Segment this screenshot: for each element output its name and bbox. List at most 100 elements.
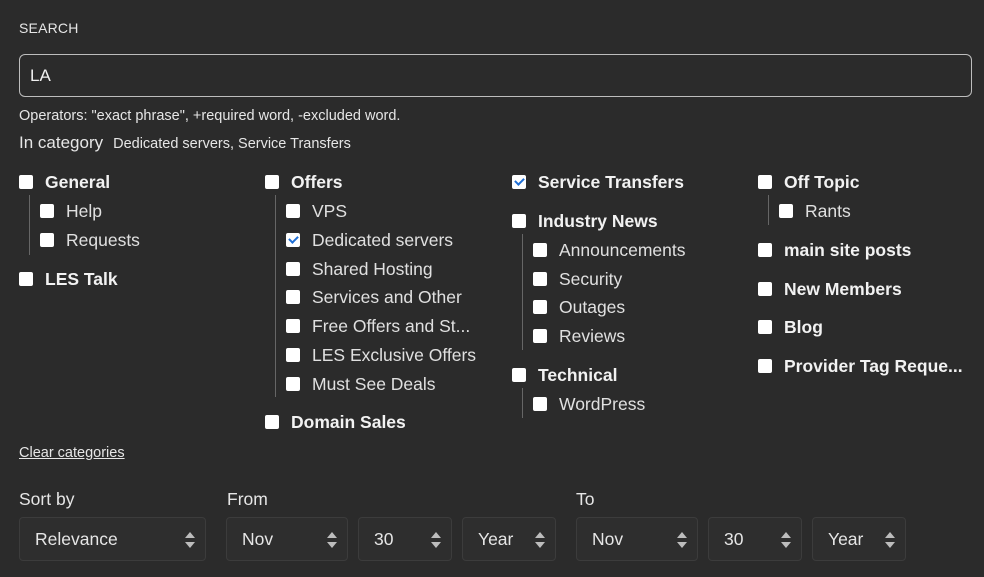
category-general[interactable]: General bbox=[19, 170, 110, 194]
checkbox[interactable] bbox=[758, 243, 772, 257]
select-value: Nov bbox=[242, 528, 274, 549]
category-label: Domain Sales bbox=[291, 411, 406, 432]
category-label: Provider Tag Reque... bbox=[784, 355, 963, 376]
category-label: Industry News bbox=[538, 210, 658, 231]
checkbox[interactable] bbox=[533, 329, 547, 343]
category-label: Rants bbox=[805, 200, 851, 221]
from-year-select[interactable]: Year bbox=[462, 517, 556, 561]
category-free-offers[interactable]: Free Offers and St... bbox=[286, 314, 470, 338]
to-month-select[interactable]: Nov bbox=[576, 517, 698, 561]
search-input-value: LA bbox=[30, 65, 51, 85]
select-arrows-icon bbox=[677, 532, 687, 548]
category-label: WordPress bbox=[559, 393, 646, 414]
category-offers[interactable]: Offers bbox=[265, 170, 343, 194]
category-new-members[interactable]: New Members bbox=[758, 277, 902, 301]
category-vps[interactable]: VPS bbox=[286, 199, 347, 223]
category-shared-hosting[interactable]: Shared Hosting bbox=[286, 257, 433, 281]
category-blog[interactable]: Blog bbox=[758, 315, 823, 339]
checkbox[interactable] bbox=[286, 319, 300, 333]
tree-line bbox=[522, 388, 523, 418]
checkbox[interactable] bbox=[779, 204, 793, 218]
category-technical[interactable]: Technical bbox=[512, 363, 617, 387]
category-rants[interactable]: Rants bbox=[779, 199, 851, 223]
category-label: Dedicated servers bbox=[312, 229, 454, 250]
tree-line bbox=[768, 195, 769, 225]
category-reviews[interactable]: Reviews bbox=[533, 324, 625, 348]
checkbox[interactable] bbox=[286, 290, 300, 304]
category-dedicated-servers[interactable]: Dedicated servers bbox=[286, 228, 453, 252]
checkbox[interactable] bbox=[512, 368, 526, 382]
checkbox[interactable] bbox=[758, 320, 772, 334]
checkbox[interactable] bbox=[533, 272, 547, 286]
sort-by-label: Sort by bbox=[19, 489, 75, 509]
category-label: VPS bbox=[312, 200, 348, 221]
select-value: Relevance bbox=[35, 528, 118, 549]
in-category-selected: Dedicated servers, Service Transfers bbox=[113, 136, 351, 152]
category-label: Technical bbox=[538, 364, 618, 385]
select-arrows-icon bbox=[535, 532, 545, 548]
clear-categories-link[interactable]: Clear categories bbox=[19, 445, 125, 461]
category-requests[interactable]: Requests bbox=[40, 228, 140, 252]
checkbox[interactable] bbox=[19, 272, 33, 286]
tree-line bbox=[29, 195, 30, 255]
checkbox[interactable] bbox=[512, 214, 526, 228]
checkbox[interactable] bbox=[286, 204, 300, 218]
category-label: Reviews bbox=[559, 325, 626, 346]
checkbox[interactable] bbox=[758, 175, 772, 189]
category-label: Service Transfers bbox=[538, 171, 684, 192]
select-value: Year bbox=[478, 528, 514, 549]
category-outages[interactable]: Outages bbox=[533, 295, 625, 319]
category-les-talk[interactable]: LES Talk bbox=[19, 267, 118, 291]
checkbox[interactable] bbox=[40, 204, 54, 218]
to-day-select[interactable]: 30 bbox=[708, 517, 802, 561]
checkbox[interactable] bbox=[533, 300, 547, 314]
checkbox[interactable] bbox=[533, 243, 547, 257]
checkbox[interactable] bbox=[758, 359, 772, 373]
category-domain-sales[interactable]: Domain Sales bbox=[265, 410, 406, 434]
checkbox[interactable] bbox=[286, 348, 300, 362]
category-announcements[interactable]: Announcements bbox=[533, 238, 685, 262]
category-wordpress[interactable]: WordPress bbox=[533, 392, 645, 416]
checkbox[interactable] bbox=[286, 377, 300, 391]
checkbox-checked[interactable] bbox=[286, 233, 300, 247]
category-off-topic[interactable]: Off Topic bbox=[758, 170, 860, 194]
category-main-site-posts[interactable]: main site posts bbox=[758, 238, 911, 262]
checkbox-checked[interactable] bbox=[512, 175, 526, 189]
from-month-select[interactable]: Nov bbox=[226, 517, 348, 561]
category-label: Free Offers and St... bbox=[312, 315, 471, 336]
select-value: Year bbox=[828, 528, 864, 549]
select-arrows-icon bbox=[185, 532, 195, 548]
checkbox[interactable] bbox=[533, 397, 547, 411]
operators-help: Operators: "exact phrase", +required wor… bbox=[19, 108, 401, 124]
to-year-select[interactable]: Year bbox=[812, 517, 906, 561]
category-label: Shared Hosting bbox=[312, 258, 433, 279]
category-label: Off Topic bbox=[784, 171, 860, 192]
search-input[interactable]: LA bbox=[19, 54, 972, 97]
tree-line bbox=[522, 234, 523, 350]
select-arrows-icon bbox=[885, 532, 895, 548]
sort-by-select[interactable]: Relevance bbox=[19, 517, 206, 561]
select-value: Nov bbox=[592, 528, 624, 549]
category-services-and-other[interactable]: Services and Other bbox=[286, 285, 462, 309]
to-label: To bbox=[576, 489, 595, 509]
category-service-transfers[interactable]: Service Transfers bbox=[512, 170, 684, 194]
select-arrows-icon bbox=[431, 532, 441, 548]
category-help[interactable]: Help bbox=[40, 199, 102, 223]
category-must-see-deals[interactable]: Must See Deals bbox=[286, 372, 436, 396]
category-security[interactable]: Security bbox=[533, 267, 622, 291]
category-label: Must See Deals bbox=[312, 373, 436, 394]
checkbox[interactable] bbox=[265, 415, 279, 429]
select-arrows-icon bbox=[327, 532, 337, 548]
checkbox[interactable] bbox=[758, 282, 772, 296]
checkbox[interactable] bbox=[40, 233, 54, 247]
category-industry-news[interactable]: Industry News bbox=[512, 209, 658, 233]
select-arrows-icon bbox=[781, 532, 791, 548]
category-provider-tag-requests[interactable]: Provider Tag Reque... bbox=[758, 354, 963, 378]
category-label: LES Talk bbox=[45, 268, 118, 289]
in-category: In category Dedicated servers, Service T… bbox=[19, 133, 351, 153]
checkbox[interactable] bbox=[286, 262, 300, 276]
checkbox[interactable] bbox=[265, 175, 279, 189]
from-day-select[interactable]: 30 bbox=[358, 517, 452, 561]
checkbox[interactable] bbox=[19, 175, 33, 189]
category-les-exclusive-offers[interactable]: LES Exclusive Offers bbox=[286, 343, 476, 367]
